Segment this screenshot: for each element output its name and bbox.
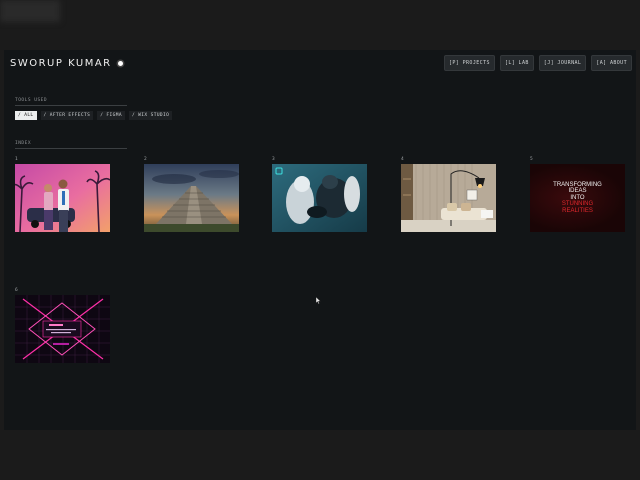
project-number: 1 <box>15 157 18 162</box>
living-room-image <box>401 164 496 232</box>
index-heading: INDEX <box>15 141 32 146</box>
project-thumbnail-3[interactable] <box>272 164 367 232</box>
project-card-2[interactable]: 2 <box>144 157 239 232</box>
project-thumbnail-2[interactable] <box>144 164 239 232</box>
slogan-text: TRANSFORMING IDEAS INTO STUNNING REALITI… <box>553 182 602 214</box>
project-number: 2 <box>144 157 147 162</box>
project-thumbnail-4[interactable] <box>401 164 496 232</box>
filter-all[interactable]: / ALL <box>15 111 37 120</box>
gta-artwork-image <box>15 164 110 232</box>
pyramid-image <box>144 164 239 232</box>
project-card-4[interactable]: 4 <box>401 157 496 232</box>
brand-name: SWORUP KUMAR <box>10 57 112 69</box>
project-number: 4 <box>401 157 404 162</box>
astronauts-image <box>272 164 367 232</box>
portfolio-window: SWORUP KUMAR [P] PROJECTS [L] LAB [J] JO… <box>4 50 636 430</box>
project-card-5[interactable]: 5 TRANSFORMING IDEAS INTO STUNNING REALI… <box>530 157 625 232</box>
index-divider <box>15 148 127 149</box>
tools-filter-bar: / ALL / AFTER EFFECTS / FIGMA / WIX STUD… <box>15 111 173 120</box>
project-thumbnail-6[interactable] <box>15 295 110 363</box>
project-number: 3 <box>272 157 275 162</box>
nav-projects[interactable]: [P] PROJECTS <box>443 55 495 71</box>
filter-after-effects[interactable]: / AFTER EFFECTS <box>40 111 94 120</box>
project-thumbnail-1[interactable] <box>15 164 110 232</box>
project-card-1[interactable]: 1 <box>15 157 110 232</box>
mouse-pointer-icon <box>316 297 321 304</box>
nav-journal[interactable]: [J] JOURNAL <box>538 55 587 71</box>
tools-divider <box>15 105 127 106</box>
neon-grid-image <box>15 295 110 363</box>
project-number: 6 <box>15 288 18 293</box>
top-nav: [P] PROJECTS [L] LAB [J] JOURNAL [A] ABO… <box>443 55 632 71</box>
project-card-3[interactable]: 3 <box>272 157 367 232</box>
nav-lab[interactable]: [L] LAB <box>499 55 534 71</box>
project-card-6[interactable]: 6 <box>15 288 110 363</box>
nav-about[interactable]: [A] ABOUT <box>591 55 632 71</box>
tools-heading: TOOLS USED <box>15 98 48 103</box>
project-thumbnail-5[interactable]: TRANSFORMING IDEAS INTO STUNNING REALITI… <box>530 164 625 232</box>
blurred-corner <box>0 0 60 22</box>
filter-figma[interactable]: / FIGMA <box>97 111 125 120</box>
brand-dot-icon <box>117 60 123 66</box>
site-logo[interactable]: SWORUP KUMAR <box>10 56 123 70</box>
project-number: 5 <box>530 157 533 162</box>
filter-wix-studio[interactable]: / WIX STUDIO <box>128 111 173 120</box>
